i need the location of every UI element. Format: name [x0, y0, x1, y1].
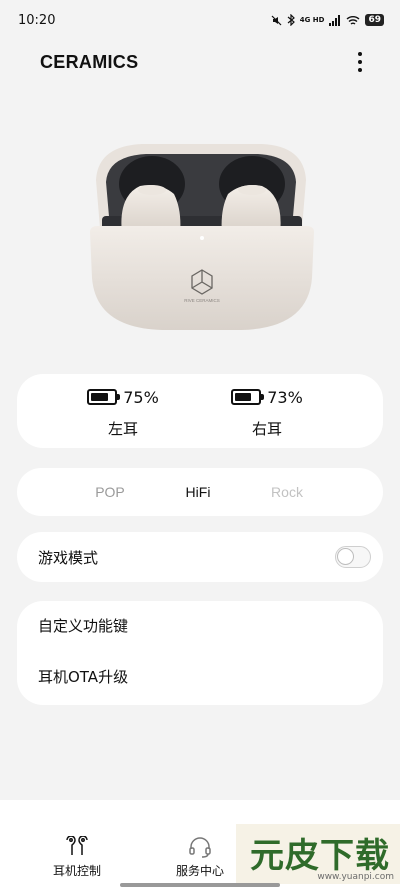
watermark-text: 元皮下载: [250, 836, 390, 876]
network-label: 4G HD: [299, 15, 325, 24]
game-mode-toggle[interactable]: [335, 546, 371, 568]
battery-level-icon: [87, 389, 121, 405]
nav-earbud-control[interactable]: 耳机控制: [32, 836, 122, 879]
more-vertical-icon: [358, 52, 362, 56]
nav-service-center[interactable]: 服务中心: [155, 836, 245, 879]
earbuds-case-image: RIVE CERAMICS: [90, 144, 314, 330]
watermark-url: www.yuanpi.com: [317, 872, 394, 882]
game-mode-label: 游戏模式: [38, 548, 99, 567]
right-battery-percent: 73%: [267, 387, 303, 407]
game-mode-row: 游戏模式: [17, 532, 383, 582]
nav-label: 耳机控制: [52, 864, 101, 878]
headset-support-icon: [189, 837, 211, 858]
more-options-button[interactable]: [350, 48, 370, 76]
nav-label: 服务中心: [175, 864, 224, 878]
status-time: 10:20: [18, 12, 56, 28]
bluetooth-icon: [287, 14, 295, 26]
battery-icon: 69: [365, 14, 384, 26]
case-logo-caption: RIVE CERAMICS: [184, 298, 220, 303]
toggle-knob: [337, 548, 354, 565]
right-earbud-label: 右耳: [251, 420, 282, 438]
settings-list: 自定义功能键 耳机OTA升级: [17, 601, 383, 705]
left-battery-percent: 75%: [123, 387, 159, 407]
battery-level-icon: [231, 389, 265, 405]
app-header: CERAMICS: [0, 42, 400, 82]
page-title: CERAMICS: [40, 51, 139, 72]
wifi-icon: [347, 15, 360, 25]
custom-keys-item[interactable]: 自定义功能键: [38, 601, 368, 651]
earbuds-icon: [66, 836, 88, 855]
ota-upgrade-item[interactable]: 耳机OTA升级: [38, 652, 368, 702]
battery-card: 75% 左耳 73% 右耳: [17, 374, 383, 448]
eq-selector: POP HiFi Rock: [17, 468, 383, 516]
eq-mode-rock[interactable]: Rock: [242, 468, 332, 516]
right-battery-fill: [235, 393, 252, 401]
eq-mode-hifi[interactable]: HiFi: [153, 468, 243, 516]
left-earbud-label: 左耳: [107, 420, 138, 438]
eq-mode-pop[interactable]: POP: [65, 468, 155, 516]
right-earbud-battery: 73% 右耳: [212, 386, 322, 439]
status-bar: 10:20 4G HD 69: [0, 0, 400, 40]
signal-icon: [329, 14, 341, 26]
left-earbud-battery: 75% 左耳: [68, 386, 178, 439]
home-indicator[interactable]: [120, 883, 280, 887]
status-icons: 4G HD 69: [271, 14, 384, 26]
left-battery-fill: [91, 393, 108, 401]
mute-icon: [271, 15, 282, 25]
watermark: 元皮下载 www.yuanpi.com: [236, 824, 400, 884]
